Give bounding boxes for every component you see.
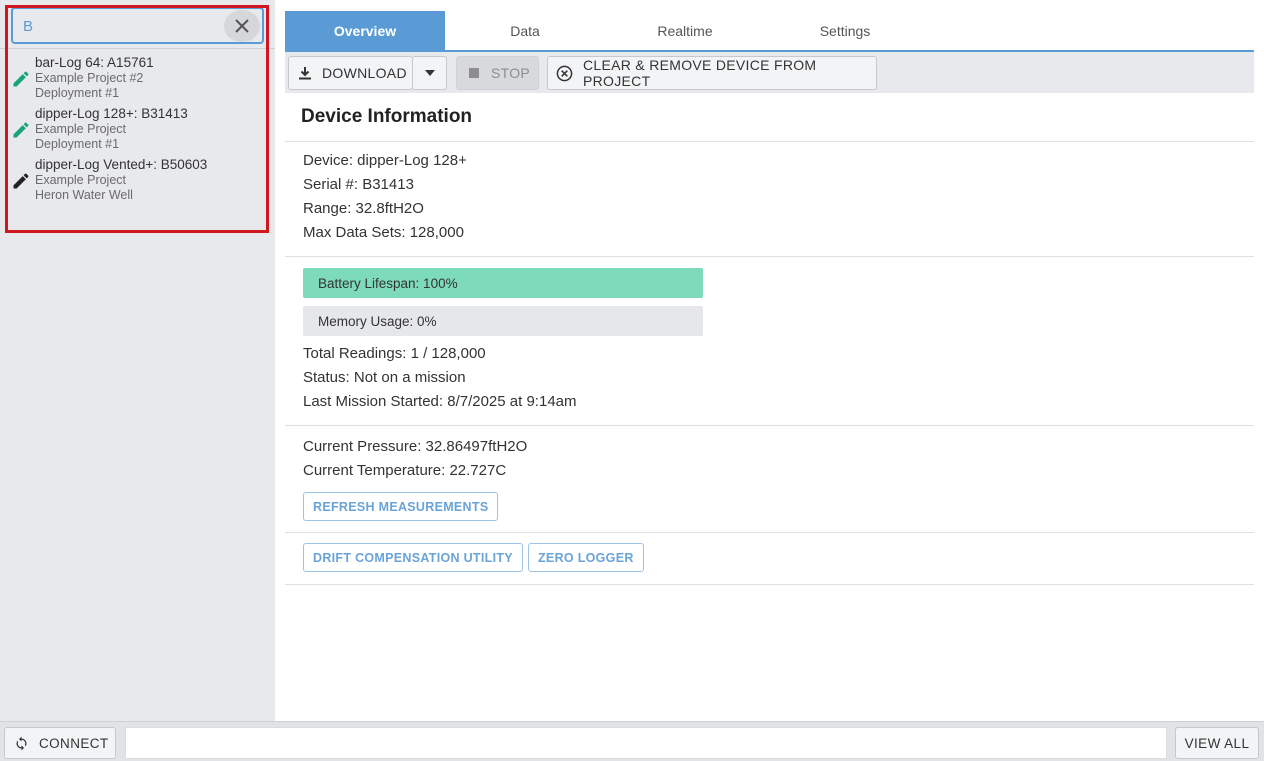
tab-bar: Overview Data Realtime Settings bbox=[285, 11, 1254, 52]
serial-number-text: Serial #: B31413 bbox=[303, 176, 414, 193]
current-pressure-text: Current Pressure: 32.86497ftH2O bbox=[303, 438, 528, 455]
tab-settings[interactable]: Settings bbox=[765, 11, 925, 50]
download-icon bbox=[298, 66, 312, 80]
clear-search-button[interactable] bbox=[224, 10, 260, 42]
device-project: Example Project bbox=[35, 122, 127, 136]
device-model-text: Device: dipper-Log 128+ bbox=[303, 152, 467, 169]
search-input[interactable] bbox=[23, 15, 213, 37]
pencil-icon bbox=[13, 71, 29, 87]
device-list-item[interactable]: dipper-Log Vented+: B50603 Example Proje… bbox=[0, 157, 275, 208]
refresh-measurements-button[interactable]: REFRESH MEASUREMENTS bbox=[303, 492, 499, 521]
tab-realtime[interactable]: Realtime bbox=[605, 11, 765, 50]
view-all-button[interactable]: VIEW ALL bbox=[1175, 727, 1259, 759]
sync-icon bbox=[14, 736, 29, 751]
device-name: dipper-Log 128+: B31413 bbox=[35, 106, 188, 121]
device-information-title: Device Information bbox=[301, 106, 473, 127]
device-list: bar-Log 64: A15761 Example Project #2 De… bbox=[0, 55, 275, 208]
toolbar: DOWNLOAD STOP CLEAR & REMOVE DEVICE FROM… bbox=[285, 52, 1254, 93]
download-label: DOWNLOAD bbox=[322, 65, 407, 81]
pencil-icon bbox=[13, 122, 29, 138]
search-box bbox=[11, 7, 264, 44]
stop-label: STOP bbox=[491, 65, 531, 81]
device-location: Heron Water Well bbox=[35, 188, 133, 202]
divider bbox=[285, 256, 1254, 257]
device-location: Deployment #1 bbox=[35, 137, 120, 151]
connect-button[interactable]: CONNECT bbox=[4, 727, 116, 759]
download-button[interactable]: DOWNLOAD bbox=[288, 56, 413, 90]
divider bbox=[285, 425, 1254, 426]
caret-down-icon bbox=[424, 70, 435, 76]
range-text: Range: 32.8ftH2O bbox=[303, 200, 424, 217]
main-panel: Overview Data Realtime Settings DOWNLOAD… bbox=[285, 0, 1254, 721]
sidebar-divider bbox=[0, 48, 275, 49]
stop-icon bbox=[469, 68, 479, 78]
drift-compensation-button[interactable]: DRIFT COMPENSATION UTILITY bbox=[303, 543, 523, 572]
last-mission-text: Last Mission Started: 8/7/2025 at 9:14am bbox=[303, 393, 577, 410]
tab-data[interactable]: Data bbox=[445, 11, 605, 50]
device-location: Deployment #1 bbox=[35, 86, 120, 100]
device-name: bar-Log 64: A15761 bbox=[35, 55, 154, 70]
device-list-item[interactable]: bar-Log 64: A15761 Example Project #2 De… bbox=[0, 55, 275, 106]
zero-logger-button[interactable]: ZERO LOGGER bbox=[528, 543, 644, 572]
status-message-field bbox=[125, 727, 1167, 759]
device-sidebar: bar-Log 64: A15761 Example Project #2 De… bbox=[0, 0, 275, 721]
device-name: dipper-Log Vented+: B50603 bbox=[35, 157, 208, 172]
tab-overview[interactable]: Overview bbox=[285, 11, 445, 50]
max-data-sets-text: Max Data Sets: 128,000 bbox=[303, 224, 464, 241]
divider bbox=[285, 532, 1254, 533]
device-project: Example Project #2 bbox=[35, 71, 144, 85]
bottom-bar: CONNECT VIEW ALL bbox=[0, 721, 1264, 761]
divider bbox=[285, 584, 1254, 585]
divider bbox=[285, 141, 1254, 142]
clear-remove-label: CLEAR & REMOVE DEVICE FROM PROJECT bbox=[583, 57, 817, 89]
battery-lifespan-bar: Battery Lifespan: 100% bbox=[303, 268, 703, 298]
pencil-icon bbox=[13, 173, 29, 189]
current-temperature-text: Current Temperature: 22.727C bbox=[303, 462, 507, 479]
memory-usage-label: Memory Usage: 0% bbox=[318, 313, 437, 329]
download-menu-button[interactable] bbox=[412, 56, 447, 90]
close-icon bbox=[235, 19, 249, 33]
connect-label: CONNECT bbox=[39, 735, 109, 751]
battery-lifespan-label: Battery Lifespan: 100% bbox=[318, 275, 458, 291]
total-readings-text: Total Readings: 1 / 128,000 bbox=[303, 345, 486, 362]
device-project: Example Project bbox=[35, 173, 127, 187]
stop-button[interactable]: STOP bbox=[456, 56, 539, 90]
mission-status-text: Status: Not on a mission bbox=[303, 369, 466, 386]
device-list-item[interactable]: dipper-Log 128+: B31413 Example Project … bbox=[0, 106, 275, 157]
clear-remove-device-button[interactable]: CLEAR & REMOVE DEVICE FROM PROJECT bbox=[547, 56, 877, 90]
cancel-circle-icon bbox=[556, 65, 573, 82]
memory-usage-bar: Memory Usage: 0% bbox=[303, 306, 703, 336]
